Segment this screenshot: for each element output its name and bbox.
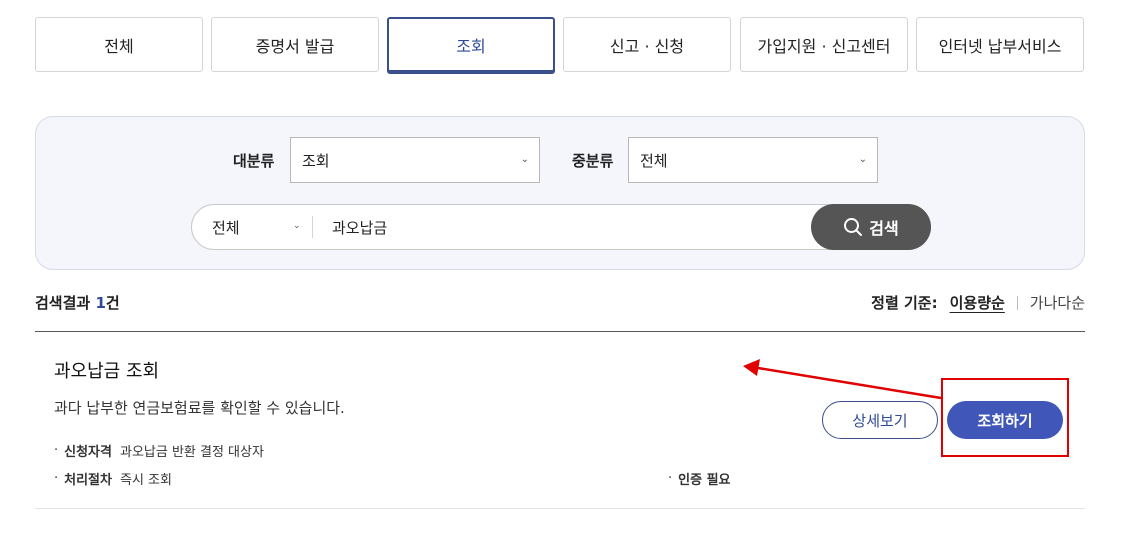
annotation-arrow-icon <box>743 359 942 400</box>
